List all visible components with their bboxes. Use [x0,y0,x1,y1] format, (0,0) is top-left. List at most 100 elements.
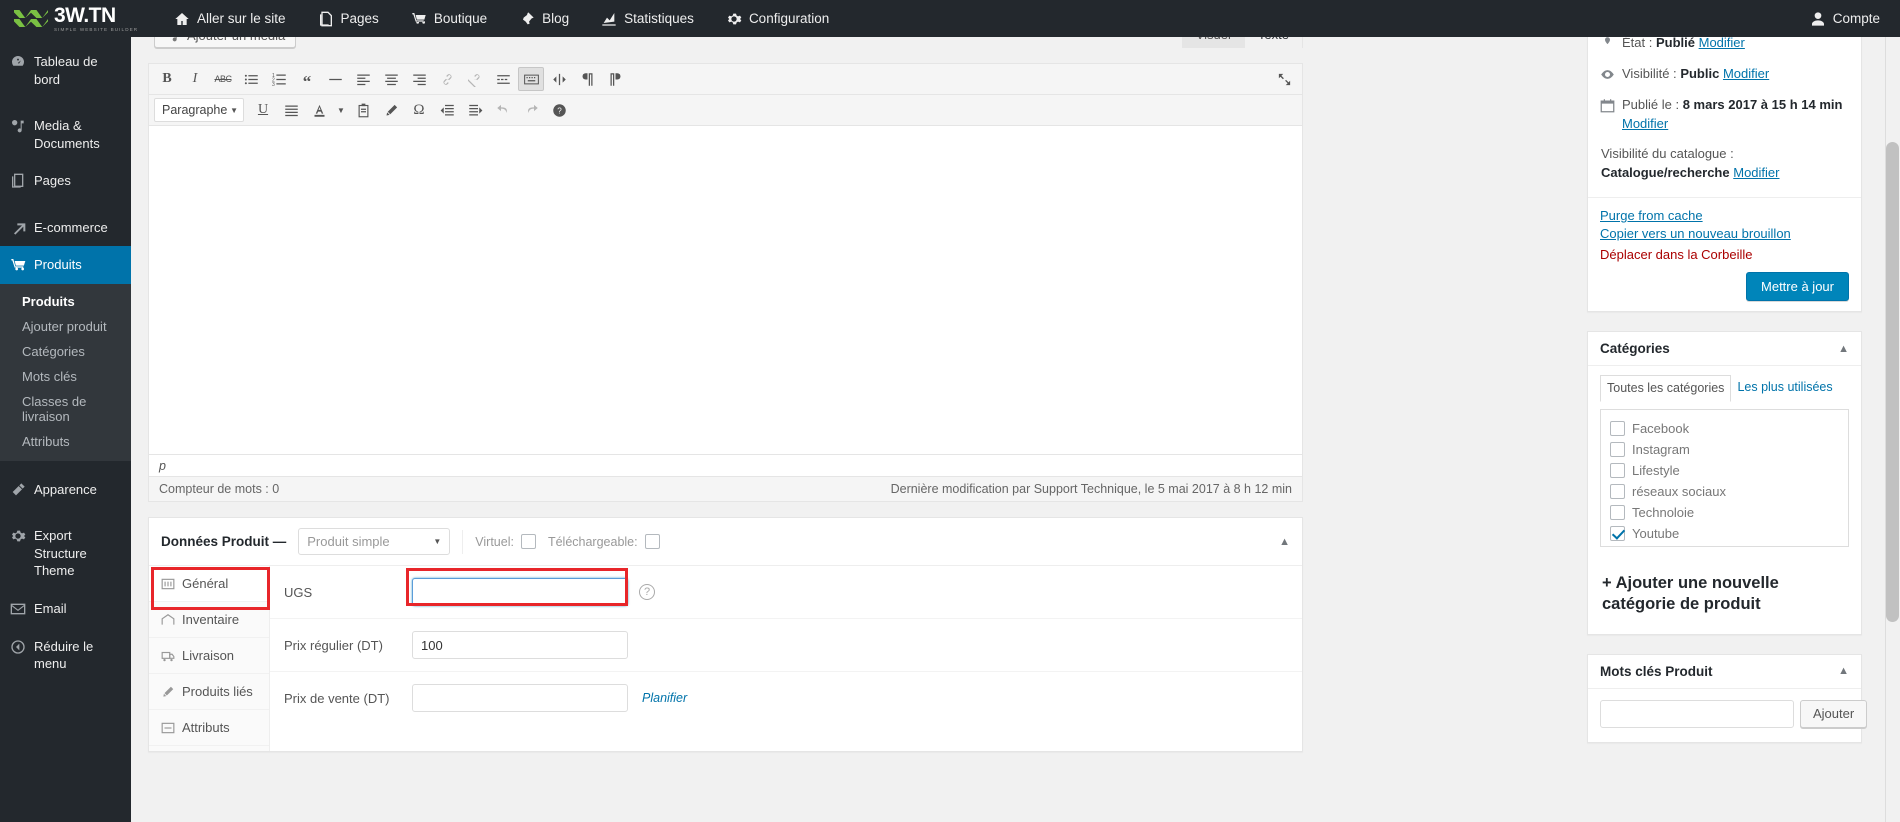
align-right-icon[interactable] [406,67,432,91]
sidebar-item-produits[interactable]: Produits [0,246,131,284]
outdent-icon[interactable] [434,98,460,122]
indent-icon[interactable] [462,98,488,122]
category-item[interactable]: Technoloie [1610,502,1839,523]
sale-price-input[interactable] [412,684,628,712]
add-tag-button[interactable]: Ajouter [1800,699,1868,728]
italic-icon[interactable]: I [182,67,208,91]
submenu-item-produits[interactable]: Produits [0,289,131,314]
categories-list[interactable]: Facebook Instagram Lifestyle réseaux soc… [1600,408,1849,547]
submenu-item-mots-cles[interactable]: Mots clés [0,364,131,389]
edit-status-link[interactable]: Modifier [1699,35,1745,50]
category-checkbox[interactable] [1610,441,1625,457]
regular-price-input[interactable] [412,631,628,659]
fullscreen-expand-icon[interactable] [1271,67,1297,91]
strikethrough-icon[interactable]: ABC [210,67,236,91]
schedule-sale-link[interactable]: Planifier [642,691,687,705]
paragraph-format-select[interactable]: Paragraphe ▼ [154,98,244,122]
blockquote-icon[interactable]: “ [294,67,320,91]
edit-catalog-link[interactable]: Modifier [1733,165,1779,180]
add-new-category-link[interactable]: + Ajouter une nouvelle catégorie de prod… [1588,559,1861,634]
tab-inventaire[interactable]: Inventaire [149,602,269,638]
numbered-list-icon[interactable]: 123 [266,67,292,91]
tab-general[interactable]: Général [149,566,269,602]
purge-cache-link[interactable]: Purge from cache [1600,208,1849,223]
link-icon[interactable] [434,67,460,91]
underline-icon[interactable]: U [250,98,276,122]
submenu-item-attributs[interactable]: Attributs [0,429,131,454]
move-to-trash-link[interactable]: Déplacer dans la Corbeille [1600,244,1849,262]
text-color-icon[interactable] [306,98,332,122]
downloadable-checkbox[interactable] [644,534,660,549]
sidebar-item-ecommerce[interactable]: E-commerce [0,209,131,247]
help-icon[interactable]: ? [639,584,655,600]
account-menu[interactable]: Compte [1810,11,1900,27]
sidebar-item-dashboard[interactable]: Tableau de bord [0,43,131,98]
sidebar-item-email[interactable]: Email [0,590,131,628]
category-checkbox[interactable] [1610,462,1625,478]
bullet-list-icon[interactable] [238,67,264,91]
fullscreen-toggle-icon[interactable] [546,67,572,91]
adminbar-item-config[interactable]: Configuration [710,0,845,37]
paragraph-rtl-icon[interactable] [602,67,628,91]
tag-input[interactable] [1600,699,1794,728]
sidebar-item-export-structure[interactable]: Export Structure Theme [0,517,131,590]
brand-logo[interactable]: 3W.TN SIMPLE WEBSITE BUILDER [0,0,158,37]
horizontal-rule-icon[interactable] [322,67,348,91]
page-scrollbar[interactable] [1885,37,1900,822]
product-type-select[interactable]: Produit simple ▼ [298,528,451,555]
redo-icon[interactable] [518,98,544,122]
text-color-dropdown-icon[interactable]: ▼ [334,98,348,122]
tab-all-categories[interactable]: Toutes les catégories [1600,375,1732,402]
category-checkbox[interactable] [1610,483,1625,499]
submenu-item-classes-livraison[interactable]: Classes de livraison [0,389,131,429]
virtual-checkbox[interactable] [520,534,536,549]
panel-collapse-toggle[interactable]: ▲ [1279,536,1290,548]
category-item[interactable]: réseaux sociaux [1610,481,1839,502]
special-character-icon[interactable]: Ω [406,98,432,122]
justify-icon[interactable] [278,98,304,122]
scrollbar-thumb[interactable] [1886,142,1899,622]
adminbar-item-pages[interactable]: Pages [302,0,395,37]
clear-formatting-icon[interactable] [378,98,404,122]
tab-attributs[interactable]: Attributs [149,710,269,746]
align-left-icon[interactable] [350,67,376,91]
submenu-item-ajouter-produit[interactable]: Ajouter produit [0,314,131,339]
help-icon[interactable]: ? [546,98,572,122]
sidebar-item-media[interactable]: Media & Documents [0,107,131,162]
adminbar-item-stats[interactable]: Statistiques [585,0,710,37]
category-checkbox[interactable] [1610,504,1625,520]
category-checkbox[interactable] [1610,420,1625,436]
paste-text-icon[interactable] [350,98,376,122]
adminbar-item-blog[interactable]: Blog [503,0,585,37]
sidebar-item-pages[interactable]: Pages [0,162,131,200]
collapse-toggle[interactable]: ▲ [1838,665,1849,677]
downloadable-checkbox-group[interactable]: Téléchargeable: [548,534,660,549]
keyboard-icon[interactable] [518,67,544,91]
read-more-icon[interactable] [490,67,516,91]
tab-produits-lies[interactable]: Produits liés [149,674,269,710]
sku-input[interactable] [412,578,628,606]
align-center-icon[interactable] [378,67,404,91]
adminbar-item-boutique[interactable]: Boutique [395,0,503,37]
category-item[interactable]: Lifestyle [1610,460,1839,481]
adminbar-item-site[interactable]: Aller sur le site [158,0,302,37]
unlink-icon[interactable] [462,67,488,91]
virtual-checkbox-group[interactable]: Virtuel: [475,534,536,549]
tab-livraison[interactable]: Livraison [149,638,269,674]
edit-visibility-link[interactable]: Modifier [1723,66,1769,81]
sidebar-item-collapse-menu[interactable]: Réduire le menu [0,628,131,683]
update-button[interactable]: Mettre à jour [1746,272,1849,302]
copy-to-draft-link[interactable]: Copier vers un nouveau brouillon [1600,226,1849,241]
bold-icon[interactable]: B [154,67,180,91]
category-item[interactable]: Instagram [1610,439,1839,460]
category-item[interactable]: Youtube [1610,523,1839,544]
tab-most-used[interactable]: Les plus utilisées [1735,375,1835,402]
editor-content-area[interactable] [149,126,1302,454]
submenu-item-categories[interactable]: Catégories [0,339,131,364]
category-checkbox[interactable] [1610,525,1625,541]
collapse-toggle[interactable]: ▲ [1838,343,1849,355]
sidebar-item-apparence[interactable]: Apparence [0,471,131,509]
category-item[interactable]: Facebook [1610,418,1839,439]
paragraph-ltr-icon[interactable] [574,67,600,91]
undo-icon[interactable] [490,98,516,122]
